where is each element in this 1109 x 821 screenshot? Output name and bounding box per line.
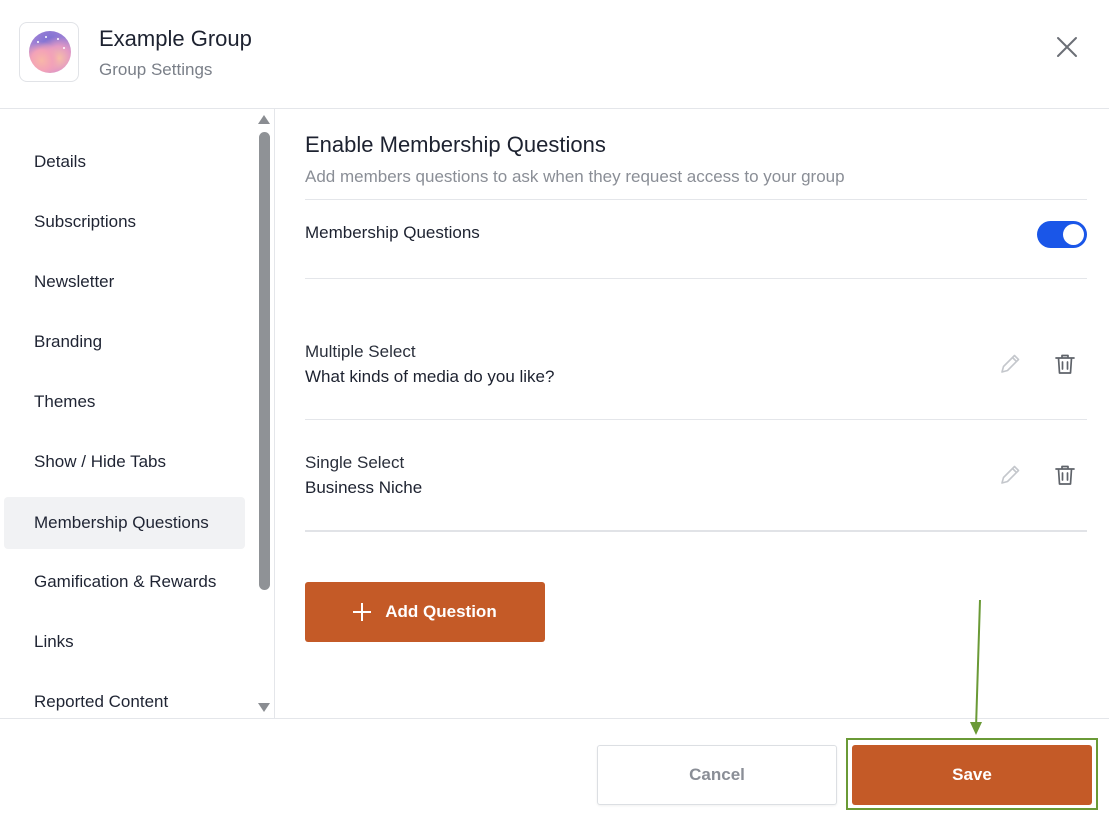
- divider: [305, 419, 1087, 420]
- scroll-down-arrow-icon[interactable]: [258, 703, 270, 712]
- question-text: Business Niche: [305, 478, 423, 497]
- cancel-button[interactable]: Cancel: [597, 745, 837, 805]
- dialog-footer: Cancel Save: [0, 718, 1109, 821]
- sidebar-scrollbar-thumb[interactable]: [259, 132, 270, 590]
- scroll-up-arrow-icon[interactable]: [258, 115, 270, 124]
- trash-icon[interactable]: [1052, 462, 1078, 488]
- group-name: Example Group: [99, 26, 252, 51]
- sidebar-item-membership-questions[interactable]: Membership Questions: [4, 497, 245, 549]
- question-type: Multiple Select: [305, 342, 416, 361]
- sidebar-item-links[interactable]: Links: [4, 616, 245, 668]
- group-avatar: [29, 31, 71, 73]
- question-text: What kinds of media do you like?: [305, 367, 555, 386]
- sidebar-item-show-hide-tabs[interactable]: Show / Hide Tabs: [4, 436, 245, 488]
- divider: [305, 278, 1087, 279]
- edit-pencil-icon[interactable]: [997, 351, 1023, 377]
- add-question-label: Add Question: [385, 602, 497, 621]
- membership-questions-toggle[interactable]: [1037, 221, 1087, 248]
- dialog-header: Example Group Group Settings: [0, 0, 1109, 109]
- plus-icon: [353, 603, 372, 621]
- group-avatar-frame: [19, 22, 79, 82]
- edit-pencil-icon[interactable]: [997, 462, 1023, 488]
- toggle-knob: [1063, 224, 1084, 245]
- sidebar-item-branding[interactable]: Branding: [4, 316, 245, 368]
- section-description: Add members questions to ask when they r…: [305, 167, 845, 186]
- divider: [305, 199, 1087, 200]
- question-type: Single Select: [305, 453, 405, 472]
- section-title: Enable Membership Questions: [305, 132, 606, 157]
- dialog-subtitle: Group Settings: [99, 60, 213, 79]
- divider: [305, 530, 1087, 532]
- sidebar-item-details[interactable]: Details: [4, 136, 245, 188]
- trash-icon[interactable]: [1052, 351, 1078, 377]
- add-question-button[interactable]: Add Question: [305, 582, 545, 642]
- membership-questions-panel: Enable Membership Questions Add members …: [305, 109, 1087, 718]
- sidebar-item-newsletter[interactable]: Newsletter: [4, 256, 245, 308]
- membership-questions-toggle-label: Membership Questions: [305, 223, 480, 242]
- sidebar-item-gamification-rewards[interactable]: Gamification & Rewards: [4, 556, 245, 608]
- sidebar-item-themes[interactable]: Themes: [4, 376, 245, 428]
- save-button[interactable]: Save: [852, 745, 1092, 805]
- settings-sidebar: Details Subscriptions Newsletter Brandin…: [0, 109, 275, 718]
- sidebar-item-reported-content[interactable]: Reported Content: [4, 676, 245, 718]
- close-icon[interactable]: [1053, 33, 1081, 61]
- sidebar-item-subscriptions[interactable]: Subscriptions: [4, 196, 245, 248]
